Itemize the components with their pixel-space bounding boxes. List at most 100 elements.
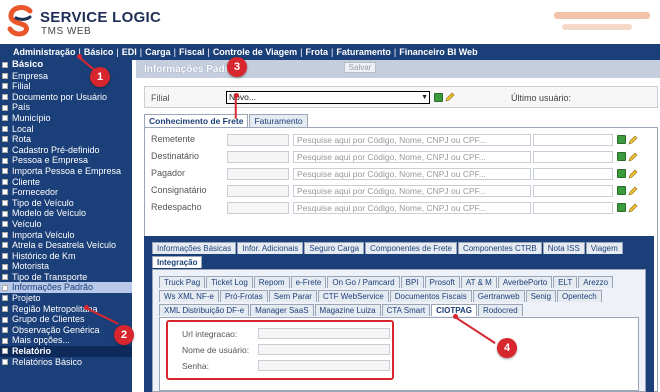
- tab-integra-o[interactable]: Integração: [152, 256, 203, 268]
- sidebar-item[interactable]: Importa Veículo: [0, 230, 132, 241]
- sidebar-item[interactable]: Tipo de Veículo: [0, 198, 132, 209]
- tab-bpi[interactable]: BPI: [400, 276, 424, 288]
- sidebar-section-relatorio[interactable]: Relatório: [0, 346, 132, 357]
- party-extra-input[interactable]: [533, 151, 613, 163]
- party-code-input[interactable]: [227, 151, 289, 163]
- sidebar-item[interactable]: Filial: [0, 81, 132, 92]
- filial-select[interactable]: Novo... ▼: [226, 91, 430, 104]
- party-code-input[interactable]: [227, 134, 289, 146]
- tab-arezzo[interactable]: Arezzo: [578, 276, 614, 288]
- sidebar-item[interactable]: Veículo: [0, 219, 132, 230]
- tab-ctf-webservice[interactable]: CTF WebService: [317, 290, 389, 302]
- tab-senig[interactable]: Senig: [525, 290, 557, 302]
- tab-cta-smart[interactable]: CTA Smart: [381, 304, 431, 316]
- refresh-icon[interactable]: [617, 169, 626, 178]
- sidebar-item[interactable]: Cliente: [0, 177, 132, 188]
- sidebar-item-relatorios-basico[interactable]: Relatórios Básico: [0, 357, 132, 368]
- party-search-input[interactable]: Pesquise aqui por Código, Nome, CNPJ ou …: [293, 202, 531, 214]
- menu-frota[interactable]: Frota: [303, 47, 332, 57]
- party-search-input[interactable]: Pesquise aqui por Código, Nome, CNPJ ou …: [293, 134, 531, 146]
- menu-basico[interactable]: Básico: [81, 47, 117, 57]
- tab-opentech[interactable]: Opentech: [557, 290, 602, 302]
- sidebar-item[interactable]: Documento por Usuário: [0, 92, 132, 103]
- party-code-input[interactable]: [227, 202, 289, 214]
- tab-sem-parar[interactable]: Sem Parar: [268, 290, 317, 302]
- tab-averbeporto[interactable]: AverbePorto: [497, 276, 553, 288]
- sidebar-item[interactable]: País: [0, 102, 132, 113]
- refresh-icon[interactable]: [617, 152, 626, 161]
- menu-fiscal[interactable]: Fiscal: [176, 47, 208, 57]
- sidebar-item[interactable]: Observação Genérica: [0, 325, 132, 336]
- sidebar-item[interactable]: Histórico de Km: [0, 251, 132, 262]
- menu-edi[interactable]: EDI: [119, 47, 140, 57]
- tab-viagem[interactable]: Viagem: [585, 242, 623, 254]
- sidebar-item[interactable]: Cadastro Pré-definido: [0, 145, 132, 156]
- tab-documentos-fiscais[interactable]: Documentos Fiscais: [389, 290, 472, 302]
- party-extra-input[interactable]: [533, 134, 613, 146]
- refresh-icon[interactable]: [617, 186, 626, 195]
- party-extra-input[interactable]: [533, 185, 613, 197]
- tab-rodocred[interactable]: Rodocred: [477, 304, 523, 316]
- sidebar-item[interactable]: Rota: [0, 134, 132, 145]
- menu-financeiro-bi[interactable]: Financeiro BI Web: [396, 47, 480, 57]
- tab-ws-xml-nf-e[interactable]: Ws XML NF-e: [159, 290, 219, 302]
- tab-seguro-carga[interactable]: Seguro Carga: [304, 242, 365, 254]
- sidebar-item[interactable]: Mais opções...: [0, 335, 132, 346]
- sidebar-item[interactable]: Informações Padrão: [0, 282, 132, 294]
- party-search-input[interactable]: Pesquise aqui por Código, Nome, CNPJ ou …: [293, 185, 531, 197]
- refresh-icon[interactable]: [434, 93, 443, 102]
- menu-controle-viagem[interactable]: Controle de Viagem: [210, 47, 300, 57]
- sidebar-item[interactable]: Tipo de Transporte: [0, 272, 132, 283]
- party-code-input[interactable]: [227, 185, 289, 197]
- tab-informa-es-b-sicas[interactable]: Informações Básicas: [152, 242, 237, 254]
- tab-componentes-de-frete[interactable]: Componentes de Frete: [365, 242, 457, 254]
- edit-pencil-icon[interactable]: [628, 135, 638, 145]
- edit-pencil-icon[interactable]: [628, 169, 638, 179]
- tab-elt[interactable]: ELT: [553, 276, 578, 288]
- sidebar-item[interactable]: Motorista: [0, 261, 132, 272]
- sidebar-item[interactable]: Local: [0, 124, 132, 135]
- party-extra-input[interactable]: [533, 202, 613, 214]
- tab-prosoft[interactable]: Prosoft: [424, 276, 460, 288]
- party-search-input[interactable]: Pesquise aqui por Código, Nome, CNPJ ou …: [293, 168, 531, 180]
- edit-pencil-icon[interactable]: [445, 92, 455, 102]
- tab-conhecimento-frete[interactable]: Conhecimento de Frete: [144, 114, 249, 127]
- sidebar-item[interactable]: Modelo de Veículo: [0, 208, 132, 219]
- party-code-input[interactable]: [227, 168, 289, 180]
- refresh-icon[interactable]: [617, 135, 626, 144]
- edit-pencil-icon[interactable]: [628, 186, 638, 196]
- tab-xml-distribui-o-df-e[interactable]: XML Distribuição DF-e: [159, 304, 250, 316]
- tab-componentes-ctrb[interactable]: Componentes CTRB: [457, 242, 542, 254]
- menu-carga[interactable]: Carga: [142, 47, 174, 57]
- tab-ticket-log[interactable]: Ticket Log: [206, 276, 253, 288]
- tab-faturamento[interactable]: Faturamento: [249, 114, 308, 127]
- tab-gertranweb[interactable]: Gertranweb: [472, 290, 525, 302]
- tab-nota-iss[interactable]: Nota ISS: [542, 242, 585, 254]
- menu-administracao[interactable]: Administração: [10, 47, 79, 57]
- party-extra-input[interactable]: [533, 168, 613, 180]
- sidebar-item[interactable]: Fornecedor: [0, 187, 132, 198]
- menu-faturamento[interactable]: Faturamento: [333, 47, 394, 57]
- tab-manager-saas[interactable]: Manager SaaS: [250, 304, 314, 316]
- tab-repom[interactable]: Repom: [253, 276, 290, 288]
- edit-pencil-icon[interactable]: [628, 152, 638, 162]
- edit-pencil-icon[interactable]: [628, 203, 638, 213]
- tab-e-frete[interactable]: e-Frete: [290, 276, 327, 288]
- sidebar-item[interactable]: Região Metropolitana: [0, 304, 132, 315]
- sidebar-item[interactable]: Importa Pessoa e Empresa: [0, 166, 132, 177]
- sidebar-section-basico[interactable]: Básico: [0, 59, 132, 71]
- tab-infor-adicionais[interactable]: Infor. Adicionais: [237, 242, 304, 254]
- tab-pr-frotas[interactable]: Pró-Frotas: [219, 290, 268, 302]
- sidebar-item[interactable]: Município: [0, 113, 132, 124]
- tab-on-go-pamcard[interactable]: On Go / Pamcard: [327, 276, 400, 288]
- sidebar-item[interactable]: Empresa: [0, 71, 132, 82]
- tab-at-m[interactable]: AT & M: [460, 276, 497, 288]
- refresh-icon[interactable]: [617, 203, 626, 212]
- save-button[interactable]: Salvar: [344, 62, 376, 73]
- sidebar-item[interactable]: Atrela e Desatrela Veículo: [0, 240, 132, 251]
- sidebar-item[interactable]: Pessoa e Empresa: [0, 155, 132, 166]
- tab-magazine-luiza[interactable]: Magazine Luiza: [314, 304, 381, 316]
- tab-truck-pag[interactable]: Truck Pag: [159, 276, 206, 288]
- party-search-input[interactable]: Pesquise aqui por Código, Nome, CNPJ ou …: [293, 151, 531, 163]
- sidebar-item[interactable]: Projeto: [0, 293, 132, 304]
